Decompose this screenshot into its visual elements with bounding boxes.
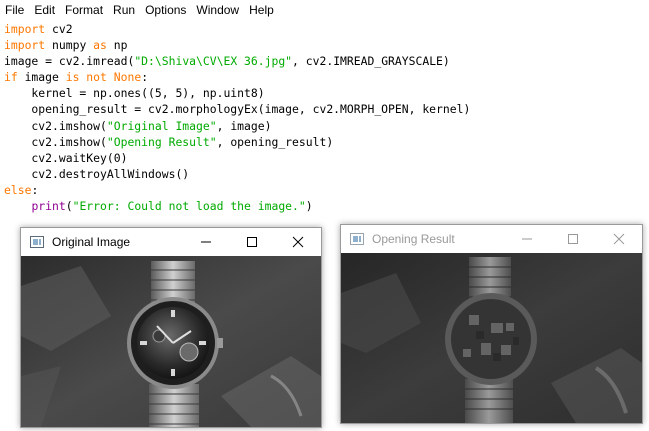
window-title: Original Image <box>52 235 131 249</box>
close-button[interactable] <box>275 228 321 256</box>
close-button[interactable] <box>596 225 642 253</box>
watch-opening-photo <box>341 253 642 423</box>
code-line[interactable]: print("Error: Could not load the image."… <box>0 198 649 214</box>
opening-result-window[interactable]: Opening Result <box>340 224 643 424</box>
code-token: cv2.imshow( <box>4 134 107 149</box>
menu-item-file[interactable]: File <box>0 0 29 20</box>
minimize-icon <box>201 241 211 243</box>
close-icon <box>292 236 304 248</box>
code-token: print <box>31 199 66 214</box>
window-title: Opening Result <box>372 232 455 246</box>
window-app-icon <box>30 236 44 248</box>
code-token: image <box>17 70 66 85</box>
minimize-button[interactable] <box>183 228 229 256</box>
original-image-titlebar[interactable]: Original Image <box>21 228 321 256</box>
code-token: is not <box>65 70 107 85</box>
code-token: : <box>141 70 149 85</box>
code-token: "Error: Could not load the image." <box>72 199 306 214</box>
maximize-icon <box>247 237 257 247</box>
menu-item-run[interactable]: Run <box>108 0 140 20</box>
code-token: , image) <box>216 118 272 133</box>
code-token: np <box>106 38 128 53</box>
code-token: else <box>4 182 32 197</box>
code-line[interactable]: kernel = np.ones((5, 5), np.uint8) <box>0 85 649 101</box>
minimize-button[interactable] <box>504 225 550 253</box>
code-token: cv2.destroyAllWindows() <box>4 166 190 181</box>
code-token: "D:\Shiva\CV\EX 36.jpg" <box>134 54 293 69</box>
menu-bar: File Edit Format Run Options Window Help <box>0 0 649 20</box>
code-line[interactable]: cv2.waitKey(0) <box>0 150 649 166</box>
code-token: "Original Image" <box>106 118 217 133</box>
code-token: , cv2.IMREAD_GRAYSCALE) <box>292 54 450 69</box>
code-line[interactable]: image = cv2.imread("D:\Shiva\CV\EX 36.jp… <box>0 53 649 69</box>
code-line[interactable]: cv2.destroyAllWindows() <box>0 166 649 182</box>
close-icon <box>613 233 625 245</box>
code-token: , opening_result) <box>216 134 334 149</box>
code-line[interactable]: if image is not None: <box>0 69 649 85</box>
code-token: "Opening Result" <box>106 134 217 149</box>
code-line[interactable]: cv2.imshow("Opening Result", opening_res… <box>0 134 649 150</box>
menu-item-format[interactable]: Format <box>60 0 108 20</box>
code-token: : <box>31 182 39 197</box>
code-token: opening_result = cv2.morphologyEx(image,… <box>4 102 471 117</box>
code-token: cv2 <box>45 22 73 36</box>
code-token: if <box>4 70 18 85</box>
original-image-canvas <box>21 256 321 427</box>
code-line[interactable]: import cv2 <box>0 21 649 37</box>
code-token: kernel = np.ones((5, 5), np.uint8) <box>4 86 265 101</box>
code-line[interactable]: import numpy as np <box>0 37 649 53</box>
minimize-icon <box>522 238 532 240</box>
menu-item-help[interactable]: Help <box>244 0 279 20</box>
watch-photo <box>21 256 321 427</box>
code-token: import <box>4 38 46 53</box>
code-token: image = cv2.imread( <box>4 54 135 69</box>
code-token: cv2.waitKey(0) <box>4 150 128 165</box>
code-line[interactable]: else: <box>0 182 649 198</box>
opening-result-canvas <box>341 253 642 423</box>
code-line[interactable]: cv2.imshow("Original Image", image) <box>0 118 649 134</box>
code-token: ) <box>305 199 313 214</box>
maximize-button[interactable] <box>550 225 596 253</box>
code-line[interactable]: opening_result = cv2.morphologyEx(image,… <box>0 101 649 117</box>
opening-result-titlebar[interactable]: Opening Result <box>341 225 642 253</box>
maximize-button[interactable] <box>229 228 275 256</box>
code-token: numpy <box>45 38 94 53</box>
window-app-icon <box>350 233 364 245</box>
menu-item-options[interactable]: Options <box>140 0 191 20</box>
original-image-window[interactable]: Original Image <box>20 227 322 428</box>
code-token: ( <box>65 199 73 214</box>
menu-item-edit[interactable]: Edit <box>29 0 60 20</box>
code-editor[interactable]: import cv2 import numpy as np image = cv2.… <box>0 21 649 221</box>
maximize-icon <box>568 234 578 244</box>
code-token: import <box>4 22 46 36</box>
menu-item-window[interactable]: Window <box>191 0 244 20</box>
code-token: as <box>93 38 107 53</box>
code-token: None <box>113 70 142 85</box>
code-token: cv2.imshow( <box>4 118 107 133</box>
